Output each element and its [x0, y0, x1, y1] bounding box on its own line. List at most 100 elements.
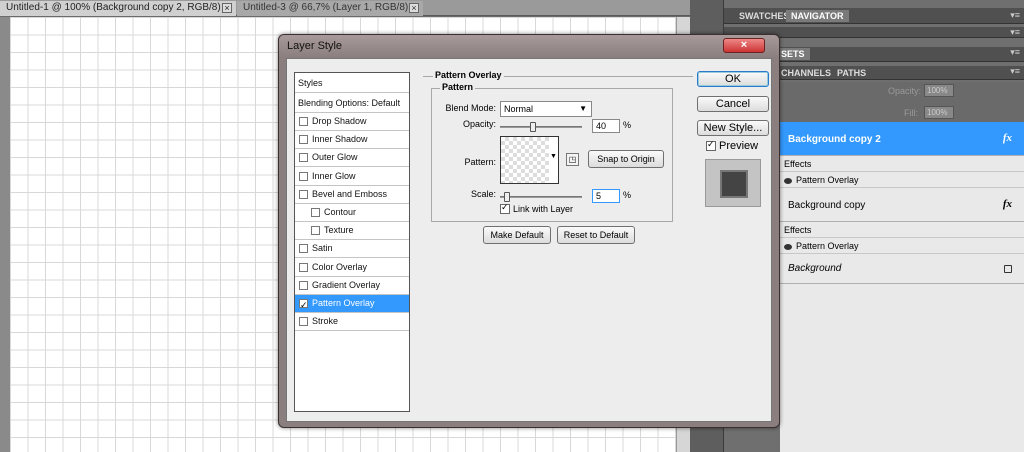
layer-name: Background [788, 263, 842, 274]
style-item-label: Drop Shadow [312, 116, 367, 126]
style-checkbox[interactable] [299, 297, 308, 314]
effect-row[interactable]: Pattern Overlay [780, 172, 1024, 188]
doc-tab-untitled-3[interactable]: Untitled-3 @ 66,7% (Layer 1, RGB/8) * × [237, 1, 423, 16]
style-item-bevel-and-emboss[interactable]: Bevel and Emboss [295, 186, 409, 204]
layer-fill-field[interactable]: 100% [924, 106, 954, 119]
canvas-gutter [0, 17, 10, 452]
effects-label: Effects [784, 159, 812, 169]
layer-style-dialog: Layer Style × Styles Blending Options: D… [278, 34, 780, 428]
doc-tab-untitled-1[interactable]: Untitled-1 @ 100% (Background copy 2, RG… [0, 1, 236, 16]
snap-to-origin-button[interactable]: Snap to Origin [588, 150, 664, 168]
style-checkbox[interactable] [299, 135, 308, 145]
group-title: Pattern [440, 82, 476, 92]
doc-tab-label: Untitled-1 @ 100% (Background copy 2, RG… [6, 2, 228, 13]
style-preview-swatch [705, 159, 761, 207]
tab-sets[interactable]: SETS [776, 48, 810, 60]
style-item-label: Contour [324, 207, 357, 217]
effect-label: Pattern Overlay [796, 241, 859, 251]
eye-icon[interactable] [784, 177, 792, 184]
eye-icon[interactable] [784, 243, 792, 250]
blend-mode-select[interactable]: Normal ▼ [500, 101, 592, 117]
style-item-contour[interactable]: Contour [295, 204, 409, 222]
chevron-down-icon[interactable]: ▼ [549, 136, 559, 184]
style-item-texture[interactable]: Texture [295, 222, 409, 241]
panel-menu-icon[interactable]: ▾≡ [1010, 66, 1020, 77]
dialog-body: Styles Blending Options: Default Drop Sh… [286, 58, 772, 422]
document-tab-bar: Untitled-1 @ 100% (Background copy 2, RG… [0, 0, 700, 16]
new-style-button[interactable]: New Style... [697, 120, 769, 136]
chevron-down-icon: ▼ [579, 104, 587, 113]
panel-menu-icon[interactable]: ▾≡ [1010, 47, 1020, 58]
effect-row[interactable]: Pattern Overlay [780, 238, 1024, 254]
link-with-layer-checkbox[interactable]: ✓ [500, 202, 510, 214]
style-checkbox[interactable] [299, 171, 308, 181]
blending-options[interactable]: Blending Options: Default [295, 93, 409, 113]
style-item-stroke[interactable]: Stroke [295, 313, 409, 332]
layer-opacity-field[interactable]: 100% [924, 84, 954, 97]
dialog-titlebar[interactable]: Layer Style × [279, 35, 779, 57]
pattern-swatch[interactable] [500, 136, 553, 184]
style-item-pattern-overlay[interactable]: Pattern Overlay [295, 295, 409, 314]
styles-header[interactable]: Styles [295, 73, 409, 93]
opacity-input[interactable]: 40 [592, 119, 620, 133]
effects-row[interactable]: Effects [780, 222, 1024, 238]
style-item-satin[interactable]: Satin [295, 240, 409, 259]
layer-row-background[interactable]: Background [780, 254, 1024, 284]
tab-paths[interactable]: PATHS [832, 67, 871, 79]
close-icon[interactable]: × [222, 3, 232, 13]
style-item-gradient-overlay[interactable]: Gradient Overlay [295, 277, 409, 295]
reset-to-default-button[interactable]: Reset to Default [557, 226, 635, 244]
layer-row-background-copy-2[interactable]: Background copy 2 fx [780, 122, 1024, 156]
style-checkbox[interactable] [299, 244, 308, 254]
effects-row[interactable]: Effects [780, 156, 1024, 172]
lock-icon [1004, 265, 1012, 273]
style-checkbox[interactable] [299, 189, 308, 199]
checkmark-icon: ✓ [501, 202, 509, 212]
opacity-label: Opacity: [888, 86, 922, 96]
styles-list: Styles Blending Options: Default Drop Sh… [294, 72, 410, 412]
opacity-slider[interactable] [500, 122, 582, 132]
percent-label: % [623, 190, 632, 200]
panel-menu-icon[interactable]: ▾≡ [1010, 27, 1020, 38]
style-checkbox[interactable] [299, 280, 308, 290]
scale-label: Scale: [470, 189, 496, 199]
style-item-label: Color Overlay [312, 261, 368, 272]
style-item-label: Inner Shadow [312, 134, 368, 145]
layers-options: Opacity: 100% Fill: 100% [780, 82, 1024, 122]
style-checkbox[interactable] [299, 153, 308, 163]
style-item-label: Satin [312, 243, 333, 254]
slider-thumb[interactable] [530, 122, 536, 132]
ok-button[interactable]: OK [697, 71, 769, 87]
style-item-inner-glow[interactable]: Inner Glow [295, 168, 409, 186]
cancel-button[interactable]: Cancel [697, 96, 769, 112]
slider-thumb[interactable] [504, 192, 510, 202]
layer-row-background-copy[interactable]: Background copy fx [780, 188, 1024, 222]
style-item-color-overlay[interactable]: Color Overlay [295, 259, 409, 277]
style-item-label: Outer Glow [312, 152, 358, 163]
new-preset-icon[interactable]: ◳ [566, 153, 579, 166]
style-item-label: Texture [324, 225, 354, 236]
style-checkbox[interactable] [311, 208, 320, 217]
effects-label: Effects [784, 225, 812, 235]
fx-icon[interactable]: fx [1003, 198, 1012, 210]
blend-mode-value: Normal [504, 104, 534, 114]
make-default-button[interactable]: Make Default [483, 226, 551, 244]
preview-checkbox[interactable]: ✓ [706, 139, 716, 151]
style-item-label: Gradient Overlay [312, 279, 381, 290]
style-item-label: Inner Glow [312, 170, 356, 181]
style-item-outer-glow[interactable]: Outer Glow [295, 149, 409, 168]
scale-input[interactable]: 5 [592, 189, 620, 203]
tab-navigator[interactable]: NAVIGATOR [786, 10, 849, 22]
style-item-inner-shadow[interactable]: Inner Shadow [295, 131, 409, 150]
close-button[interactable]: × [723, 38, 765, 53]
fx-icon[interactable]: fx [1003, 132, 1012, 144]
close-icon[interactable]: × [409, 3, 419, 13]
scale-slider[interactable] [500, 192, 582, 202]
style-checkbox[interactable] [299, 262, 308, 272]
style-checkbox[interactable] [311, 226, 320, 236]
style-checkbox[interactable] [299, 117, 308, 126]
tab-channels[interactable]: CHANNELS [776, 67, 836, 79]
style-item-drop-shadow[interactable]: Drop Shadow [295, 113, 409, 131]
style-checkbox[interactable] [299, 317, 308, 327]
panel-menu-icon[interactable]: ▾≡ [1010, 10, 1020, 21]
